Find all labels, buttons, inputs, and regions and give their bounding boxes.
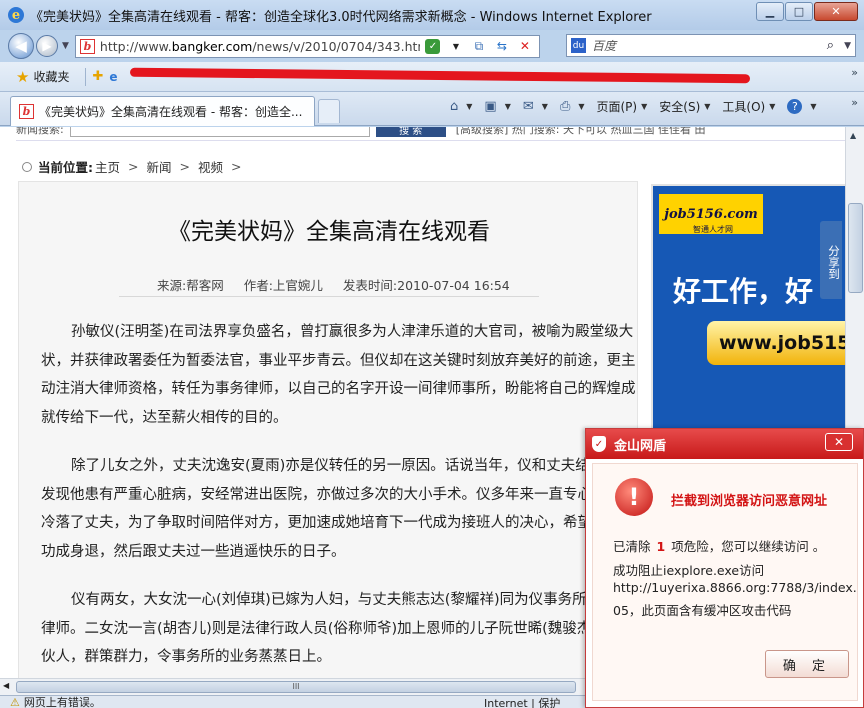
security-shield-icon[interactable]: ✓ <box>423 37 443 56</box>
status-text[interactable]: 网页上有错误。 <box>24 696 101 708</box>
ok-button[interactable]: 确 定 <box>765 650 849 678</box>
add-favorite-icon[interactable]: ✚ <box>92 69 103 84</box>
baidu-logo-icon: du <box>571 38 586 53</box>
address-bar[interactable]: b http://www.bangker.com/news/v/2010/070… <box>74 34 540 58</box>
page-menu[interactable]: 页面(P) ▼ <box>597 98 648 115</box>
new-tab-button[interactable] <box>318 99 340 123</box>
article-time: 发表时间:2010-07-04 16:54 <box>342 278 510 293</box>
ad-logo-sub: 智通人才网 <box>693 225 733 234</box>
security-alert-popup: ✓ 金山网盾 ✕ ! 拦截到浏览器访问恶意网址 已清除 1 项危险，您可以继续访问 … <box>585 428 864 708</box>
home-icon: ⌂ <box>450 99 459 114</box>
history-dropdown-icon[interactable]: ▼ <box>62 41 69 51</box>
attack-detail: 05，此页面含有缓冲区攻击代码 <box>613 603 792 618</box>
breadcrumb-video[interactable]: 视频 <box>198 157 223 176</box>
popup-title: 金山网盾 <box>614 438 667 454</box>
article-paragraph: 仪有两女，大女沈一心(刘倬琪)已嫁为人妇，与丈夫熊志达(黎耀祥)同为仪事务所旗下… <box>41 592 641 665</box>
home-button[interactable]: ⌂ ▼ <box>450 99 472 114</box>
favorites-button[interactable]: 收藏夹 <box>33 68 69 85</box>
maximize-button[interactable]: □ <box>785 2 813 21</box>
news-search-strip: 新闻搜索: 搜 索 [高级搜索] 热门搜索: 天下可以 热血三国 佳佳看 田 <box>16 127 856 141</box>
search-dropdown-icon[interactable]: ▼ <box>844 41 851 51</box>
address-dropdown-icon[interactable]: ▼ <box>446 37 466 56</box>
ad-slogan: 好工作，好 <box>673 275 814 308</box>
redaction-line <box>129 67 751 84</box>
breadcrumb-news[interactable]: 新闻 <box>147 157 172 176</box>
divider <box>119 296 539 297</box>
tab-favicon-icon: b <box>19 104 34 119</box>
tab-bar: b 《完美状妈》全集高清在线观看 - 帮客：创造全... ⌂ ▼ ▣ ▼ ✉ ▼ ⎙ ▼… <box>0 92 864 126</box>
minimize-button[interactable]: ▁ <box>756 2 784 21</box>
search-box[interactable]: du 百度 ⌕ ▼ <box>566 34 856 57</box>
horizontal-scrollbar[interactable]: ◀ III <box>0 678 600 695</box>
mail-button[interactable]: ✉ ▼ <box>523 99 548 114</box>
close-window-button[interactable]: ✕ <box>814 2 858 21</box>
article-paragraph: 除了儿女之外，丈夫沈逸安(夏雨)亦是仪转任的另一原因。话说当年，仪和丈夫结婚，即… <box>41 458 636 560</box>
window-controls: ▁ □ ✕ <box>755 2 858 21</box>
address-url[interactable]: http://www.bangker.com/news/v/2010/0704/… <box>100 39 420 54</box>
site-favicon-icon: b <box>79 38 95 54</box>
navigation-row: ◀ ▶ ▼ b http://www.bangker.com/news/v/20… <box>0 30 864 62</box>
popup-close-button[interactable]: ✕ <box>825 433 853 451</box>
feeds-button[interactable]: ▣ ▼ <box>484 99 510 114</box>
warning-icon[interactable]: ⚠ <box>10 696 20 708</box>
popup-headline: 拦截到浏览器访问恶意网址 <box>671 494 828 509</box>
search-input[interactable]: 百度 <box>592 37 827 54</box>
article-author: 作者:上官婉儿 <box>243 278 323 293</box>
search-icon[interactable]: ⌕ <box>827 38 834 53</box>
hot-search-links[interactable]: [高级搜索] 热门搜索: 天下可以 热血三国 佳佳看 田 <box>456 127 706 137</box>
alert-icon: ! <box>615 478 653 516</box>
popup-header: ✓ 金山网盾 ✕ <box>586 429 863 459</box>
print-button[interactable]: ⎙ ▼ <box>560 99 585 114</box>
command-bar: ⌂ ▼ ▣ ▼ ✉ ▼ ⎙ ▼ 页面(P) ▼ 安全(S) ▼ 工具(O) ▼ ? ▼ <box>450 98 829 115</box>
rss-icon: ▣ <box>484 99 497 114</box>
tab-title: 《完美状妈》全集高清在线观看 - 帮客：创造全... <box>39 105 303 119</box>
scroll-up-icon[interactable]: ▲ <box>850 131 856 140</box>
tools-menu[interactable]: 工具(O) ▼ <box>722 98 775 115</box>
forward-button[interactable]: ▶ <box>36 35 58 57</box>
cleared-line: 已清除 1 项危险，您可以继续访问 。 <box>613 539 826 554</box>
back-button[interactable]: ◀ <box>8 33 34 59</box>
command-overflow-icon[interactable]: » <box>851 96 858 109</box>
stop-icon[interactable]: ✕ <box>515 37 535 56</box>
blocked-line: 成功阻止iexplore.exe访问 <box>613 563 765 578</box>
overflow-chevron-icon[interactable]: » <box>851 66 858 79</box>
popup-body: ! 拦截到浏览器访问恶意网址 已清除 1 项危险，您可以继续访问 。 成功阻止iex… <box>592 463 858 701</box>
mail-icon: ✉ <box>522 99 534 114</box>
malicious-url: http://1uyerixa.8866.org:7788/3/index. <box>613 580 857 595</box>
article-paragraph: 孙敏仪(汪明荃)在司法界享负盛名，曾打赢很多为人津津乐道的大官司，被喻为殿堂级大… <box>41 324 636 426</box>
help-icon: ? <box>787 99 803 114</box>
divider <box>85 67 87 86</box>
location-icon <box>22 161 32 172</box>
ad-url-button[interactable]: www.job5156 <box>707 321 849 365</box>
article-title: 《完美状妈》全集高清在线观看 <box>168 219 490 245</box>
safety-menu[interactable]: 安全(S) ▼ <box>659 98 710 115</box>
breadcrumb: 当前位置: 主页 > 新闻 > 视频 > <box>22 157 250 176</box>
help-button[interactable]: ? ▼ <box>787 99 817 114</box>
favorites-star-icon[interactable]: ★ <box>16 68 29 86</box>
scroll-left-icon[interactable]: ◀ <box>3 681 9 690</box>
shield-icon: ✓ <box>592 436 606 452</box>
title-bar: e 《完美状妈》全集高清在线观看 - 帮客：创造全球化3.0时代网络需求新概念 … <box>0 0 864 30</box>
vertical-scroll-thumb[interactable] <box>848 203 863 293</box>
print-icon: ⎙ <box>559 99 571 114</box>
horizontal-scroll-thumb[interactable]: III <box>16 681 576 693</box>
favorites-bar: ★ 收藏夹 ✚ e » <box>0 62 864 92</box>
news-search-button[interactable]: 搜 索 <box>375 127 446 137</box>
breadcrumb-home[interactable]: 主页 <box>95 157 120 176</box>
window-title: 《完美状妈》全集高清在线观看 - 帮客：创造全球化3.0时代网络需求新概念 - … <box>30 9 652 25</box>
ie-logo-icon: e <box>8 7 24 23</box>
page-icon: e <box>109 69 118 84</box>
security-zone: Internet | 保护 <box>484 697 561 708</box>
article-meta: 来源:帮客网 作者:上官婉儿 发表时间:2010-07-04 16:54 <box>157 275 526 294</box>
news-search-input[interactable] <box>69 127 370 137</box>
refresh-icon[interactable]: ⇆ <box>492 37 512 56</box>
article-source: 来源:帮客网 <box>157 278 224 293</box>
article-panel: 《完美状妈》全集高清在线观看 来源:帮客网 作者:上官婉儿 发表时间:2010-… <box>18 181 641 678</box>
tab-active[interactable]: b 《完美状妈》全集高清在线观看 - 帮客：创造全... <box>10 96 315 126</box>
share-button[interactable]: 分享到 <box>820 221 842 299</box>
compatibility-view-icon[interactable]: ⧉ <box>469 37 489 56</box>
